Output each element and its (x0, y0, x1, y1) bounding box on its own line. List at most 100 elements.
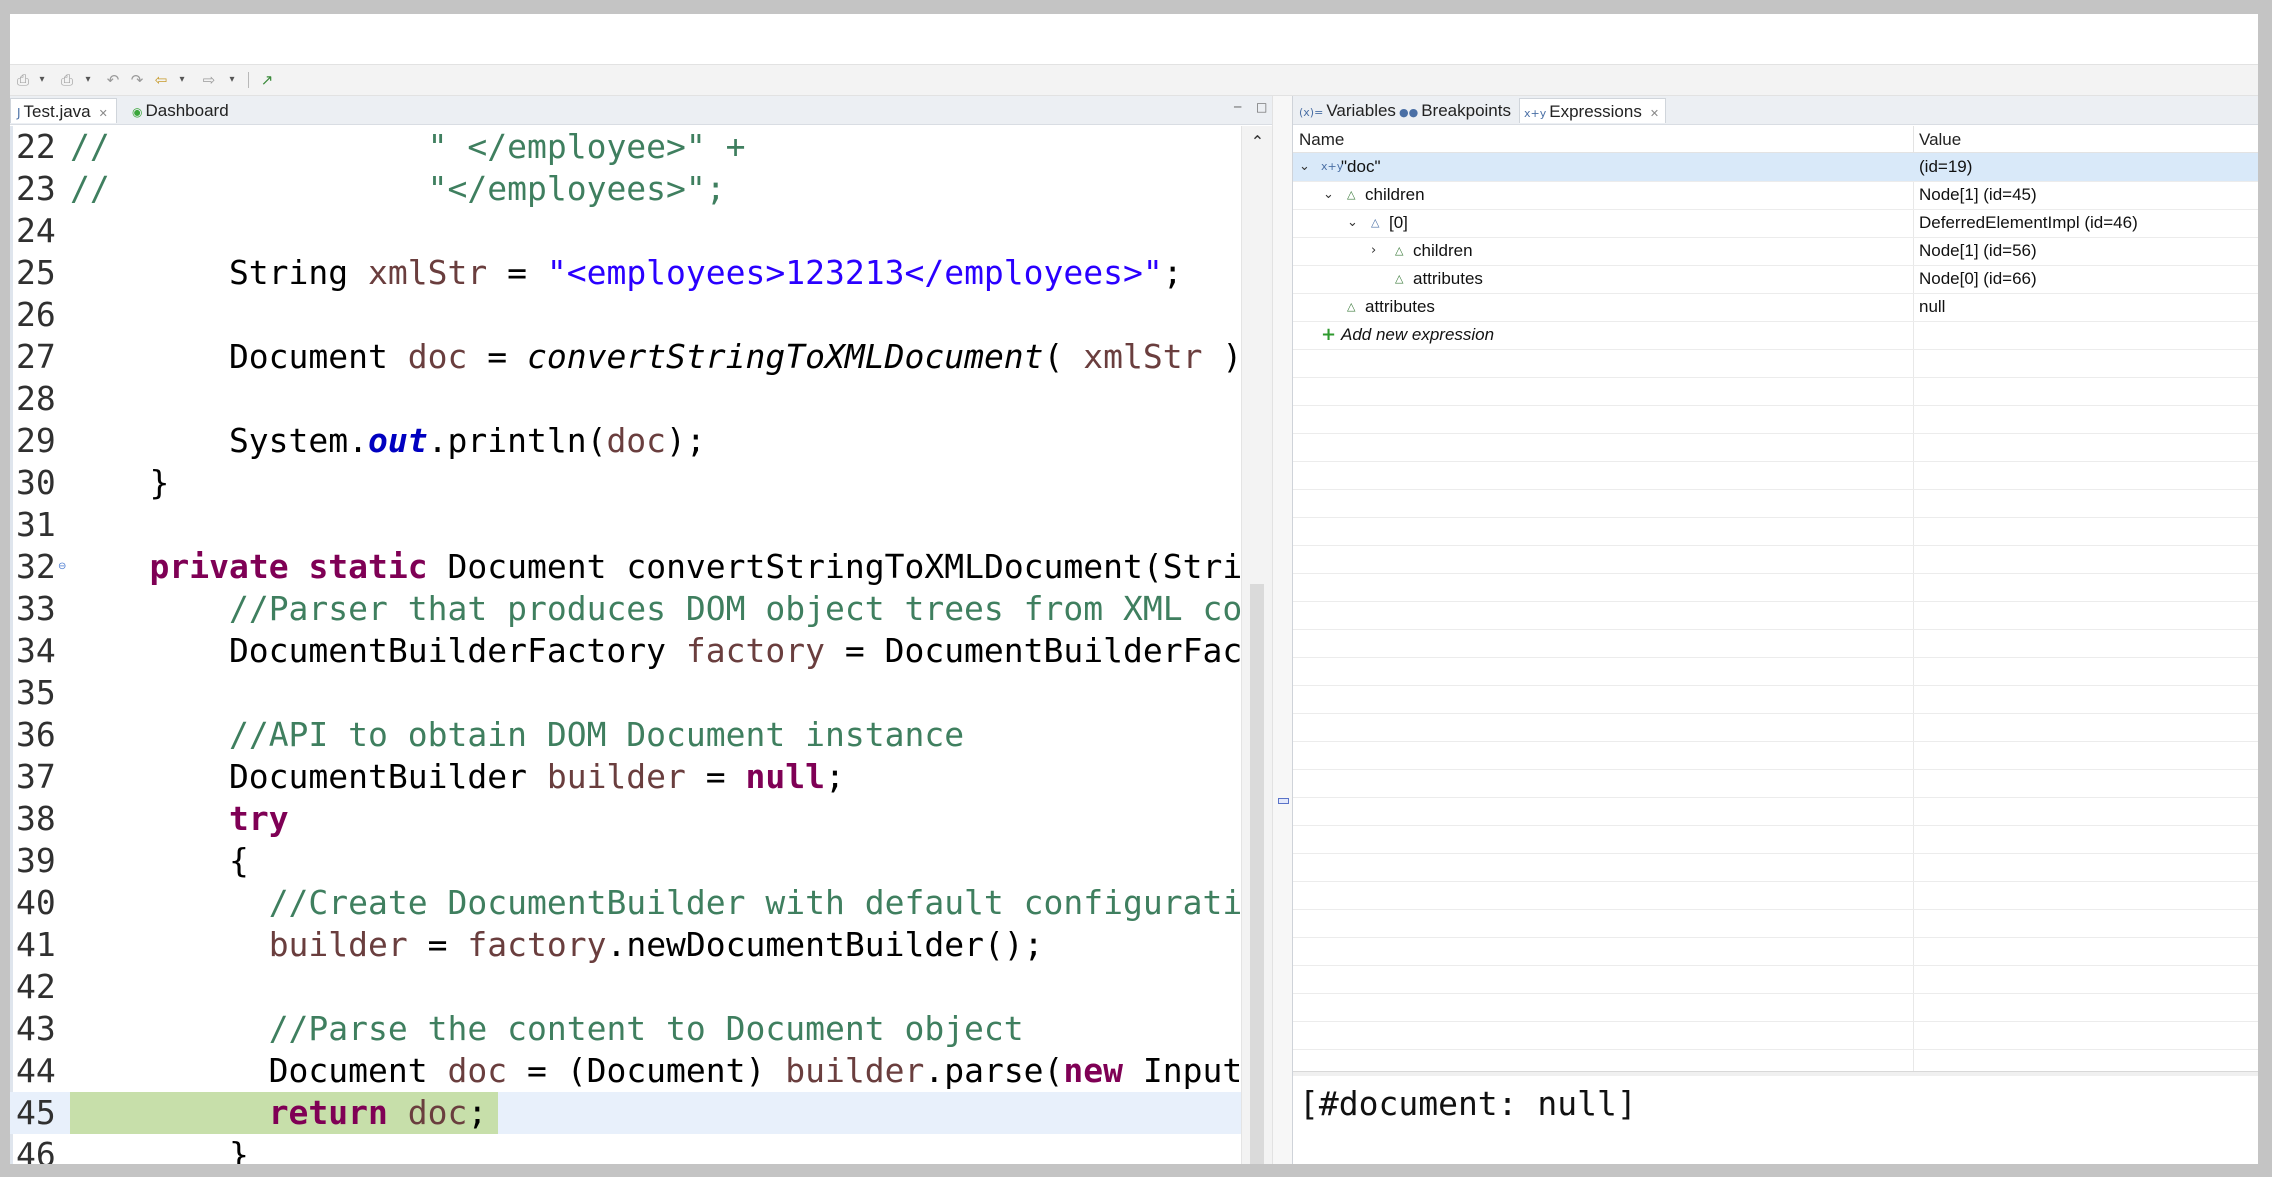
empty-row (1293, 433, 2258, 462)
dropdown-icon[interactable]: ▾ (176, 70, 188, 90)
scroll-up-icon[interactable]: ⌃ (1242, 132, 1273, 151)
array-element-icon: △ (1371, 216, 1380, 229)
code-token: InputSource(new StringReader(xmlString))… (1142, 1051, 1241, 1090)
line-number: 34 (16, 631, 56, 670)
line-number: 37 (16, 757, 56, 796)
external-tool-icon[interactable]: ↗ (256, 70, 278, 90)
code-line: 32 ⊖ private static Document convertStri… (10, 546, 1241, 588)
code-token: String (70, 253, 369, 292)
fold-icon[interactable]: ⊖ (58, 546, 66, 588)
code-line: 42 (10, 966, 1241, 1008)
column-value-header[interactable]: Value (1919, 130, 1961, 150)
new-icon[interactable]: ⎙ (12, 70, 34, 90)
code-token: builder (785, 1051, 925, 1090)
empty-row (1293, 965, 2258, 994)
detail-pane[interactable]: [#document: null] (1293, 1076, 2258, 1164)
line-number: 46 (16, 1135, 56, 1164)
dropdown-icon[interactable]: ▾ (226, 70, 238, 90)
code-token: //Parser that produces DOM object trees … (228, 589, 1241, 628)
tree-row-attributes[interactable]: △ attributes Node[0] (id=66) (1293, 265, 2258, 294)
tab-breakpoints[interactable]: ●● Breakpoints (1395, 98, 1517, 122)
expressions-icon: x+y (1524, 107, 1547, 120)
current-debug-line: 45 return doc; (10, 1092, 1241, 1134)
add-new-expression-row[interactable]: + Add new expression (1293, 321, 2258, 350)
code-line: 28 (10, 378, 1241, 420)
expressions-tree[interactable]: ⌄ x+y "doc" (id=19) ⌄ △ children Node[1]… (1293, 153, 2258, 1071)
code-token: try (228, 799, 289, 838)
scrollbar-thumb[interactable] (1250, 584, 1264, 1164)
code-line: 36 //API to obtain DOM Document instance (10, 714, 1241, 756)
empty-row (1293, 657, 2258, 686)
code-token: convertStringToXMLDocument (526, 337, 1044, 376)
line-number: 25 (16, 253, 56, 292)
code-token: DocumentBuilder (70, 757, 547, 796)
code-editor[interactable]: 22 // " </employee>" + 23 // "</employee… (10, 126, 1241, 1164)
code-line: 43 //Parse the content to Document objec… (10, 1008, 1241, 1050)
toolbar: ⎙ ▾ ⎙ ▾ ↶ ↷ ⇦ ▾ ⇨ ▾ ↗ (10, 64, 2258, 96)
save-icon[interactable]: ⎙ (56, 70, 78, 90)
code-token: System. (70, 421, 369, 460)
code-token: { (70, 841, 249, 880)
expand-icon[interactable]: › (1371, 237, 1376, 265)
row-value: null (1919, 297, 1946, 316)
column-name-header[interactable]: Name (1299, 130, 1344, 150)
close-icon[interactable]: ✕ (99, 101, 108, 127)
code-token: //Create DocumentBuilder with default co… (268, 883, 1241, 922)
code-token: xmlStr (368, 253, 488, 292)
close-icon[interactable]: ✕ (1650, 107, 1659, 120)
code-token: .newDocumentBuilder(); (606, 925, 1044, 964)
empty-row (1293, 489, 2258, 518)
line-number: 23 (16, 169, 56, 208)
tab-test-java[interactable]: J Test.java ✕ (10, 98, 117, 123)
code-token: = DocumentBuilderFactory.newInstance(); (844, 631, 1241, 670)
line-number: 31 (16, 505, 56, 544)
dropdown-icon[interactable]: ▾ (36, 70, 48, 90)
editor-vertical-scrollbar[interactable]: ⌃ (1241, 126, 1273, 1164)
back-icon[interactable]: ⇦ (150, 70, 172, 90)
row-value: Node[0] (id=66) (1919, 269, 2037, 288)
code-token: = (Document) (507, 1051, 786, 1090)
empty-row (1293, 937, 2258, 966)
tree-row-index-0[interactable]: ⌄ △ [0] DeferredElementImpl (id=46) (1293, 209, 2258, 238)
code-token: "</employees>"; (109, 169, 726, 208)
code-token: doc (447, 1051, 508, 1090)
empty-row (1293, 769, 2258, 798)
collapse-icon[interactable]: ⌄ (1347, 209, 1358, 237)
dropdown-icon[interactable]: ▾ (82, 70, 94, 90)
maximize-icon[interactable]: □ (1256, 100, 1267, 114)
code-line: 38 try (10, 798, 1241, 840)
row-name: attributes (1413, 269, 1483, 288)
tab-label: Dashboard (145, 101, 229, 120)
forward-edit-icon[interactable]: ↷ (126, 70, 148, 90)
tree-row-children[interactable]: › △ children Node[1] (id=56) (1293, 237, 2258, 266)
column-divider[interactable] (1913, 126, 1914, 152)
watch-expression-icon: x+y (1321, 160, 1344, 173)
line-number: 42 (16, 967, 56, 1006)
empty-row (1293, 405, 2258, 434)
minimize-icon[interactable]: ─ (1234, 100, 1241, 114)
line-number: 40 (16, 883, 56, 922)
collapse-icon[interactable]: ⌄ (1323, 181, 1334, 209)
code-token: ; (825, 757, 845, 796)
row-name: [0] (1389, 213, 1408, 232)
tree-row-children[interactable]: ⌄ △ children Node[1] (id=45) (1293, 181, 2258, 210)
code-line: 31 (10, 504, 1241, 546)
row-name: children (1413, 241, 1473, 260)
code-token: // (70, 127, 110, 166)
back-edit-icon[interactable]: ↶ (102, 70, 124, 90)
tree-row-attributes[interactable]: △ attributes null (1293, 293, 2258, 322)
code-token: doc (407, 337, 468, 376)
forward-icon[interactable]: ⇨ (198, 70, 220, 90)
ruler-marker[interactable] (1278, 798, 1289, 804)
code-line: 40 //Create DocumentBuilder with default… (10, 882, 1241, 924)
tab-label: Test.java (23, 102, 91, 121)
tree-row-doc[interactable]: ⌄ x+y "doc" (id=19) (1293, 153, 2258, 182)
code-line: 37 DocumentBuilder builder = null; (10, 756, 1241, 798)
tab-dashboard[interactable]: ◉ Dashboard (126, 98, 237, 122)
tab-variables[interactable]: (x)= Variables (1295, 98, 1402, 122)
collapse-icon[interactable]: ⌄ (1299, 153, 1310, 181)
tab-expressions[interactable]: x+y Expressions ✕ (1519, 98, 1667, 123)
